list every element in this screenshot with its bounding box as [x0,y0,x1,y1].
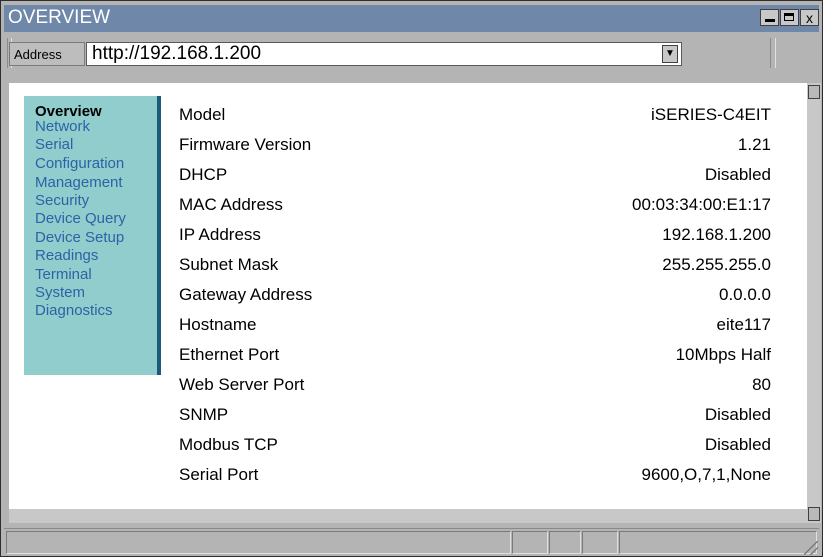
window-controls: x [759,9,819,26]
table-row: SNMP Disabled [9,405,808,429]
address-dropdown-button[interactable]: ▼ [662,45,678,63]
status-pane-4 [582,531,618,554]
maximize-button[interactable] [780,9,799,26]
row-label: IP Address [179,225,261,244]
resize-grip-icon[interactable] [804,541,818,555]
row-value: 10Mbps Half [675,345,771,364]
row-label: DHCP [179,165,228,184]
table-row: Serial Port 9600,O,7,1,None [9,465,808,489]
row-label: Ethernet Port [179,345,280,364]
chevron-down-icon: ▼ [665,48,675,59]
vertical-scrollbar[interactable] [807,83,821,523]
status-pane-zone [619,531,817,554]
table-row: Firmware Version 1.21 [9,135,808,159]
table-row: Subnet Mask 255.255.255.0 [9,255,808,279]
row-label: SNMP [179,405,229,424]
table-row: Web Server Port 80 [9,375,808,399]
row-value: Disabled [704,165,771,184]
row-label: Web Server Port [179,375,305,394]
row-value: Disabled [704,405,771,424]
row-value: 00:03:34:00:E1:17 [632,195,771,214]
row-label: Model [179,105,226,124]
row-value: iSERIES-C4EIT [651,105,771,124]
row-label: MAC Address [179,195,283,214]
window-title: OVERVIEW [8,7,111,28]
table-row: Gateway Address 0.0.0.0 [9,285,808,309]
scroll-up-button[interactable] [808,85,820,99]
address-input[interactable]: http://192.168.1.200 ▼ [86,42,682,66]
table-row: IP Address 192.168.1.200 [9,225,808,249]
row-value: Disabled [704,435,771,454]
row-value: 80 [752,375,771,394]
row-value: 1.21 [737,135,771,154]
close-icon: x [806,10,813,26]
scroll-down-button[interactable] [808,507,820,521]
table-row: Hostname eite117 [9,315,808,339]
row-value: 192.168.1.200 [662,225,771,244]
row-label: Hostname [179,315,257,334]
page-content: Overview Network Serial Configuration Manage… [9,83,808,509]
row-label: Serial Port [179,465,259,484]
browser-window: OVERVIEW x Address http://192.168.1.200 … [0,0,823,557]
row-value: 255.255.255.0 [662,255,771,274]
status-pane-main [6,531,511,554]
address-label: Address [9,42,85,66]
row-label: Modbus TCP [179,435,278,454]
row-label: Firmware Version [179,135,312,154]
row-value: eite117 [716,315,771,334]
minimize-button[interactable] [760,9,779,26]
address-url: http://192.168.1.200 [92,43,262,64]
status-bar [4,528,819,556]
status-pane-3 [549,531,581,554]
close-button[interactable]: x [800,9,819,26]
table-row: MAC Address 00:03:34:00:E1:17 [9,195,808,219]
status-pane-2 [512,531,548,554]
toolbar-grip-right[interactable] [770,38,776,68]
row-label: Subnet Mask [179,255,279,274]
address-toolbar: Address http://192.168.1.200 ▼ [4,34,819,70]
title-bar[interactable]: OVERVIEW x [4,5,819,32]
row-value: 0.0.0.0 [719,285,771,304]
table-row: Modbus TCP Disabled [9,435,808,459]
table-row: Ethernet Port 10Mbps Half [9,345,808,369]
horizontal-scrollbar[interactable] [9,509,808,523]
row-value: 9600,O,7,1,None [641,465,771,484]
table-row: Model iSERIES-C4EIT [9,105,808,129]
table-row: DHCP Disabled [9,165,808,189]
row-label: Gateway Address [179,285,313,304]
